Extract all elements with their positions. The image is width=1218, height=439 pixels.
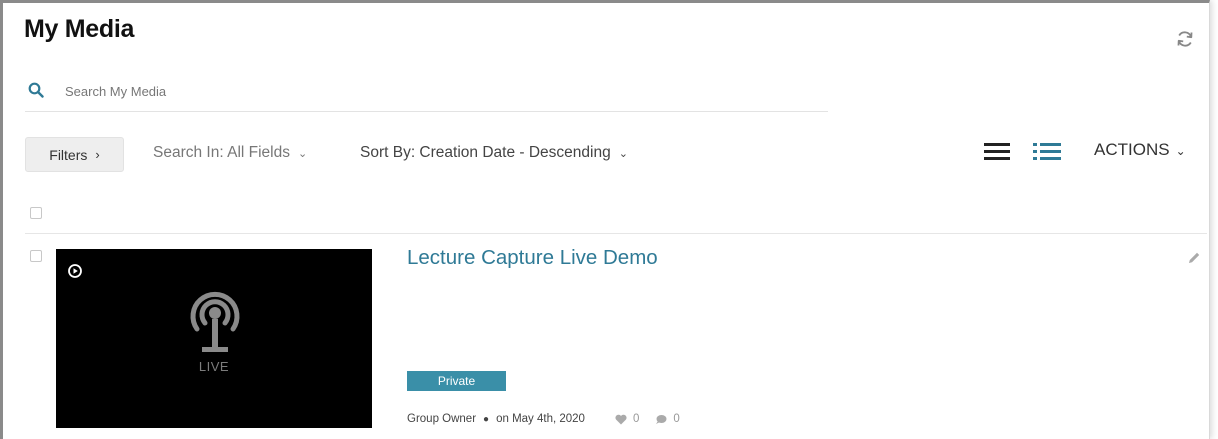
search-in-dropdown[interactable]: Search In: All Fields ⌄ (153, 144, 307, 162)
privacy-badge: Private (407, 371, 506, 391)
pencil-icon[interactable] (1187, 251, 1201, 265)
actions-menu[interactable]: ACTIONS ⌄ (1094, 140, 1186, 160)
search-input[interactable] (65, 79, 805, 103)
media-title-link[interactable]: Lecture Capture Live Demo (407, 246, 658, 270)
chevron-down-icon: ⌄ (297, 148, 308, 160)
filters-label: Filters (49, 146, 88, 163)
chevron-down-icon: ⌄ (1175, 144, 1186, 158)
separator-dot: ● (483, 413, 490, 425)
play-icon (68, 264, 82, 278)
heart-icon (615, 414, 627, 424)
filters-button[interactable]: Filters › (25, 137, 124, 172)
detailed-view-icon[interactable] (1033, 140, 1061, 162)
divider (25, 233, 1207, 234)
owner-label: Group Owner (407, 413, 477, 425)
actions-label: ACTIONS (1094, 140, 1170, 159)
my-media-page: My Media Filters › Search In: All Fields… (0, 0, 1210, 439)
search-icon[interactable] (28, 82, 44, 98)
search-in-label: Search In: All Fields (153, 144, 290, 161)
chevron-right-icon: › (95, 147, 100, 162)
search-bar (25, 73, 828, 112)
sort-by-label: Sort By: Creation Date - Descending (360, 144, 611, 161)
list-view-icon[interactable] (984, 140, 1010, 162)
sort-by-dropdown[interactable]: Sort By: Creation Date - Descending ⌄ (360, 144, 628, 162)
live-label: LIVE (198, 359, 230, 374)
select-all-checkbox[interactable] (30, 207, 42, 219)
media-item-checkbox[interactable] (30, 250, 42, 262)
comments-count: 0 (673, 413, 680, 425)
media-meta: Group Owner ● on May 4th, 2020 0 0 (407, 413, 680, 425)
date-label: on May 4th, 2020 (496, 413, 585, 425)
comments: 0 (655, 413, 680, 425)
comment-icon (656, 414, 667, 424)
live-broadcast-icon (190, 291, 240, 352)
likes-count: 0 (632, 413, 640, 425)
media-thumbnail[interactable]: LIVE (56, 249, 372, 428)
page-title: My Media (24, 15, 135, 43)
chevron-down-icon: ⌄ (618, 148, 628, 160)
likes: 0 (615, 413, 639, 425)
refresh-icon[interactable] (1175, 29, 1195, 49)
